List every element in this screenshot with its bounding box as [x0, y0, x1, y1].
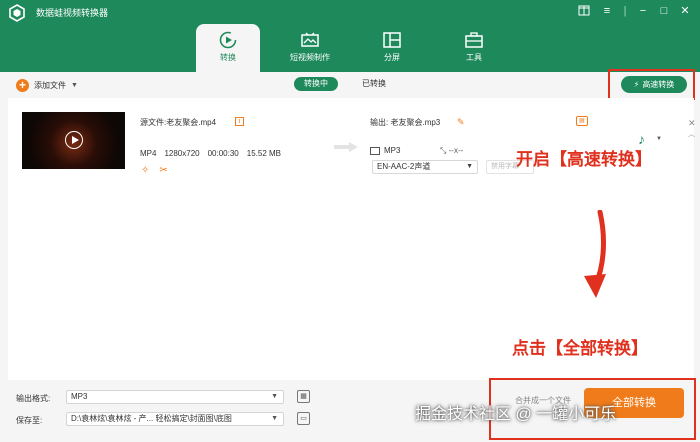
toolbar: + 添加文件 ▼ 转换中 已转换 ⚡ 高速转换	[0, 72, 700, 98]
split-screen-icon	[383, 32, 401, 48]
tab-convert-label: 转换	[220, 53, 236, 62]
app-logo-icon	[9, 4, 25, 22]
pencil-icon[interactable]: ✎	[457, 117, 465, 128]
save-to-label: 保存至:	[16, 416, 43, 425]
tab-video-maker[interactable]: 短视频制作	[278, 24, 342, 70]
output-format-select[interactable]: MP3 ▼	[66, 390, 284, 404]
tab-tools-label: 工具	[466, 53, 482, 62]
magic-wand-icon[interactable]: ✧	[141, 165, 149, 176]
close-icon[interactable]: ✕	[688, 118, 696, 129]
file-meta: MP4 1280x720 00:00:30 15.52 MB	[140, 149, 281, 158]
app-title: 数据蛙视频转换器	[36, 8, 109, 18]
chevron-up-icon[interactable]: ︿	[688, 129, 695, 139]
chevron-down-icon: ▼	[466, 163, 473, 170]
close-icon[interactable]: ✕	[678, 4, 692, 18]
annotation-convert-all: 点击【全部转换】	[512, 339, 648, 358]
resize-icon: ⤡	[440, 146, 447, 155]
chevron-down-icon: ▼	[271, 393, 278, 400]
status-tabs: 转换中 已转换	[294, 77, 396, 91]
tab-convert[interactable]: 转换	[196, 24, 260, 72]
output-format-value: MP3	[384, 146, 401, 155]
tab-converted[interactable]: 已转换	[352, 77, 396, 91]
output-format-label: 输出格式:	[16, 394, 51, 403]
save-path-select[interactable]: D:\袁林炫\袁林炫 - 产... 轻松搞定\封面图\底图 ▼	[66, 412, 284, 426]
output-dimensions: ⤡ --x--	[440, 146, 463, 156]
folder-icon[interactable]: ▭	[297, 412, 310, 425]
add-file-button[interactable]: + 添加文件 ▼	[16, 78, 78, 92]
chevron-down-icon[interactable]: ▼	[656, 136, 662, 142]
tab-split-screen-label: 分屏	[384, 53, 400, 62]
gift-icon[interactable]	[577, 4, 591, 18]
output-file: 输出: 老友聚会.mp3	[370, 117, 440, 128]
source-file: 源文件: 老友聚会.mp4	[140, 117, 216, 128]
convert-icon	[219, 31, 237, 49]
chevron-down-icon: ▼	[271, 415, 278, 422]
menu-icon[interactable]: ≡	[600, 4, 614, 18]
resolution: 1280x720	[164, 149, 200, 158]
chevron-down-icon[interactable]: ▼	[71, 82, 78, 89]
toolbox-icon	[465, 32, 483, 48]
subtitle-value: 禁用字幕	[491, 163, 519, 170]
tab-video-maker-label: 短视频制作	[290, 53, 330, 62]
video-thumbnail[interactable]	[22, 112, 125, 169]
output-dims-value: --x--	[448, 146, 464, 155]
source-name: 老友聚会.mp4	[166, 118, 217, 127]
watermark: 掘金技术社区 @ 一罐小可乐	[415, 406, 617, 423]
tab-split-screen[interactable]: 分屏	[360, 24, 424, 70]
edit-tools: ✧ ✂	[141, 165, 168, 176]
highlight-box-high-speed	[608, 69, 695, 100]
tab-converting[interactable]: 转换中	[294, 77, 338, 91]
minimize-icon[interactable]: −	[636, 4, 650, 18]
divider: |	[623, 5, 627, 17]
output-name: 老友聚会.mp3	[390, 118, 441, 127]
list-item: 源文件: 老友聚会.mp4 i MP4 1280x720 00:00:30 15…	[8, 104, 696, 184]
audio-track-select[interactable]: EN-AAC-2声道 ▼	[372, 160, 478, 174]
audio-track-value: EN-AAC-2声道	[377, 162, 431, 171]
output-settings-icon[interactable]: ▤	[576, 116, 588, 126]
tab-tools[interactable]: 工具	[442, 24, 506, 70]
format-badge: MP4	[140, 149, 157, 158]
save-path-value: D:\袁林炫\袁林炫 - 产... 轻松搞定\封面图\底图	[71, 414, 232, 423]
output-label: 输出:	[370, 118, 389, 127]
output-format-select-value: MP3	[71, 392, 88, 401]
annotation-high-speed: 开启【高速转换】	[516, 150, 652, 169]
add-file-label: 添加文件	[34, 80, 66, 90]
arrow-right-icon	[334, 142, 358, 152]
output-format: MP3	[370, 146, 400, 155]
info-icon[interactable]: i	[235, 117, 244, 126]
source-label: 源文件:	[140, 118, 167, 127]
duration: 00:00:30	[207, 149, 239, 158]
film-icon	[370, 146, 380, 155]
format-settings-icon[interactable]: ▦	[297, 390, 310, 403]
video-maker-icon	[301, 32, 319, 47]
file-size: 15.52 MB	[246, 149, 281, 158]
maximize-icon[interactable]: □	[657, 4, 671, 18]
play-icon[interactable]	[65, 131, 83, 149]
scissors-icon[interactable]: ✂	[159, 165, 167, 176]
title-bar: 数据蛙视频转换器 ≡ | − □ ✕ 转换 短视频制作 分屏 工具	[0, 0, 700, 72]
plus-icon: +	[16, 78, 29, 92]
red-arrow-icon	[584, 210, 606, 298]
